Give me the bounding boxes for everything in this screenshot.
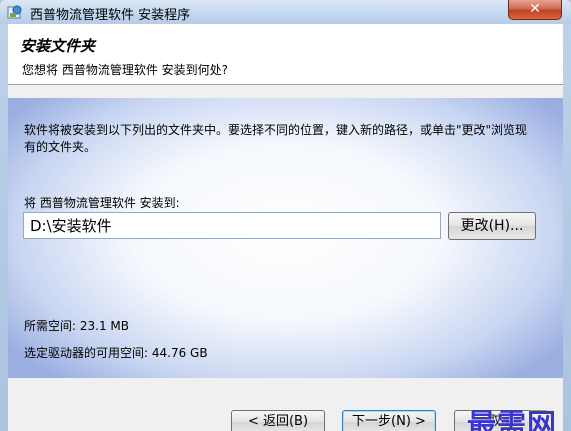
space-available-text: 选定驱动器的可用空间: 44.76 GB <box>24 346 208 360</box>
installer-window: 西普物流管理软件 安装程序 ✕ 安装文件夹 您想将 西普物流管理软件 安装到何处… <box>0 0 571 431</box>
installer-app-icon <box>7 5 22 19</box>
back-button[interactable]: < 返回(B) <box>231 410 325 431</box>
next-button[interactable]: 下一步(N) > <box>342 410 436 431</box>
description-text: 软件将被安装到以下列出的文件夹中。要选择不同的位置，键入新的路径，或单击"更改"… <box>24 123 528 154</box>
watermark-logo: 最需网 <box>467 407 558 431</box>
dialog-frame: 安装文件夹 您想将 西普物流管理软件 安装到何处? 软件将被安装到以下列出的文件… <box>8 24 563 431</box>
dialog-header: 安装文件夹 您想将 西普物流管理软件 安装到何处? <box>8 24 563 85</box>
window-title: 西普物流管理软件 安装程序 <box>30 8 191 23</box>
page-subtitle: 您想将 西普物流管理软件 安装到何处? <box>22 63 228 77</box>
title-bar[interactable]: 西普物流管理软件 安装程序 ✕ <box>0 0 571 24</box>
install-path-input[interactable] <box>23 212 441 239</box>
close-button[interactable]: ✕ <box>508 0 562 20</box>
change-folder-button[interactable]: 更改(H)... <box>448 212 536 240</box>
page-title: 安装文件夹 <box>20 37 96 55</box>
close-icon: ✕ <box>529 1 541 17</box>
space-required-text: 所需空间: 23.1 MB <box>24 319 129 333</box>
destination-label: 将 西普物流管理软件 安装到: <box>24 196 180 210</box>
content-panel: 软件将被安装到以下列出的文件夹中。要选择不同的位置，键入新的路径，或单击"更改"… <box>8 98 563 378</box>
